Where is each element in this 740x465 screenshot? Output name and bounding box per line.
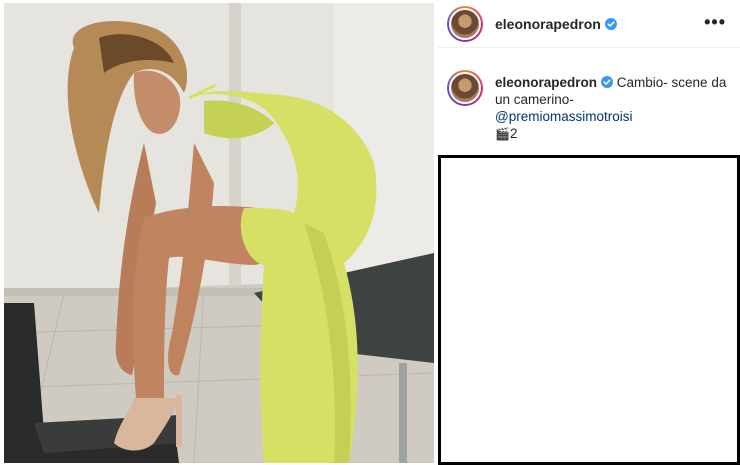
avatar-image <box>449 7 481 40</box>
caption-avatar-image <box>449 72 481 104</box>
blank-overlay-panel <box>438 155 740 465</box>
caption-username[interactable]: eleonorapedron <box>495 75 597 90</box>
post-photo-image <box>4 3 434 463</box>
caption-count: 2 <box>509 126 518 141</box>
instagram-post: eleonorapedron ••• eleonorapedron Cambio… <box>0 0 740 465</box>
caption-text-line1: Cambio- scene da <box>616 75 727 90</box>
header-username[interactable]: eleonorapedron <box>495 16 601 32</box>
post-photo[interactable] <box>4 3 434 463</box>
caption-avatar[interactable] <box>447 70 483 106</box>
post-header: eleonorapedron ••• <box>437 0 740 48</box>
caption-text-line2: un camerino- <box>495 92 574 107</box>
more-options-icon[interactable]: ••• <box>704 12 726 33</box>
clapperboard-emoji-icon: 🎬 <box>495 127 510 141</box>
post-caption: eleonorapedron Cambio- scene da un camer… <box>447 70 737 143</box>
caption-verified-badge-icon <box>601 76 614 88</box>
caption-body: eleonorapedron Cambio- scene da un camer… <box>495 74 731 143</box>
caption-mention-link[interactable]: @premiomassimotroisi <box>495 109 632 124</box>
avatar[interactable] <box>447 5 483 42</box>
verified-badge-icon <box>604 17 617 30</box>
